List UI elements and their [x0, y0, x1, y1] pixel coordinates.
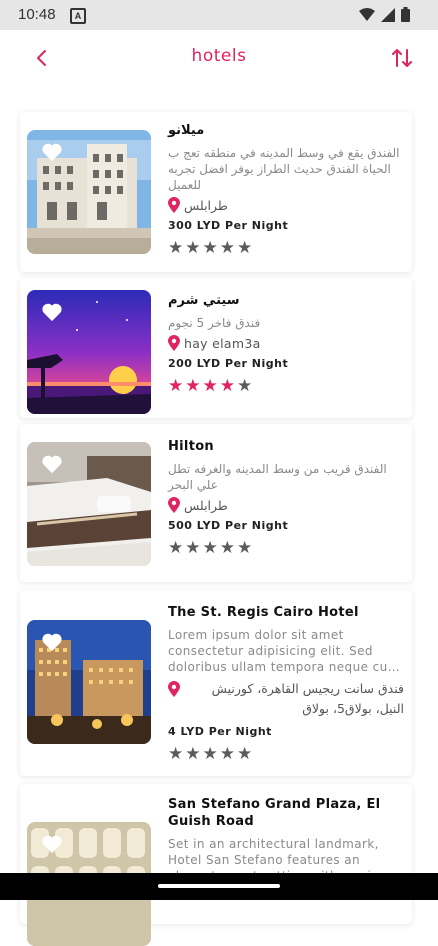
hotel-name: The St. Regis Cairo Hotel — [168, 605, 359, 620]
hotel-name: سيتي شرم — [168, 293, 240, 308]
star-icon: ★ — [237, 744, 255, 764]
star-icon: ★ — [219, 376, 237, 396]
hotel-location: طرابلس — [168, 197, 404, 213]
star-icon: ★ — [202, 538, 220, 558]
rating-stars: ★★★★★ — [168, 538, 404, 558]
rating-stars: ★★★★★ — [168, 238, 404, 258]
star-icon: ★ — [168, 538, 186, 558]
favorite-heart-icon[interactable] — [41, 632, 63, 652]
hotel-info: سيتي شرم فندق فاخر 5 نجوم hay elam3a 200… — [168, 292, 404, 396]
status-icons — [359, 7, 410, 22]
star-icon: ★ — [202, 744, 220, 764]
star-icon: ★ — [237, 238, 255, 258]
star-icon: ★ — [168, 744, 186, 764]
hotel-name: San Stefano Grand Plaza, El Guish Road — [168, 797, 381, 829]
hotel-location: طرابلس — [168, 497, 404, 513]
hotel-image — [27, 130, 151, 254]
hotel-image — [27, 290, 151, 414]
hotel-price: 500 LYD Per Night — [168, 519, 289, 532]
notification-icon: A — [70, 8, 86, 24]
status-time: 10:48 — [18, 6, 56, 23]
star-icon: ★ — [168, 238, 186, 258]
sort-icon[interactable] — [388, 44, 416, 72]
hotel-description: الفندق يقع في وسط المدينه في منطقه تعج ب… — [168, 146, 400, 192]
star-icon: ★ — [202, 238, 220, 258]
location-text: فندق سانت ريجيس القاهرة، كورنيش النيل، ب… — [211, 681, 404, 716]
location-pin-icon — [168, 681, 180, 697]
star-icon: ★ — [168, 376, 186, 396]
star-icon: ★ — [219, 744, 237, 764]
favorite-heart-icon[interactable] — [41, 302, 63, 322]
hotel-price: 4 LYD Per Night — [168, 725, 272, 738]
hotel-price: 300 LYD Per Night — [168, 219, 289, 232]
location-text: hay elam3a — [184, 335, 261, 351]
hotel-card[interactable]: Hilton الفندق قريب من وسط المدينه والغرف… — [20, 424, 412, 582]
favorite-heart-icon[interactable] — [41, 142, 63, 162]
hotel-location: فندق سانت ريجيس القاهرة، كورنيش النيل، ب… — [168, 679, 404, 719]
app-bar: hotels — [0, 30, 438, 88]
hotel-card[interactable]: San Stefano Grand Plaza, El Guish Road S… — [20, 784, 412, 946]
hotel-location: hay elam3a — [168, 335, 404, 351]
hotel-card[interactable]: The St. Regis Cairo Hotel Lorem ipsum do… — [20, 590, 412, 776]
favorite-heart-icon[interactable] — [41, 834, 63, 854]
star-icon: ★ — [185, 538, 203, 558]
star-icon: ★ — [185, 376, 203, 396]
star-icon: ★ — [237, 376, 255, 396]
signal-icon — [381, 7, 395, 22]
page-title: hotels — [191, 46, 247, 66]
hotel-name: ميلانو — [168, 123, 205, 138]
star-icon: ★ — [185, 238, 203, 258]
hotel-description: Lorem ipsum dolor sit amet consectetur a… — [168, 628, 400, 674]
hotel-card[interactable]: ميلانو الفندق يقع في وسط المدينه في منطق… — [20, 112, 412, 272]
hotel-name: Hilton — [168, 439, 214, 454]
location-text: طرابلس — [184, 497, 228, 513]
wifi-icon — [359, 7, 375, 21]
hotel-info: ميلانو الفندق يقع في وسط المدينه في منطق… — [168, 122, 404, 258]
star-icon: ★ — [219, 538, 237, 558]
hotel-info: The St. Regis Cairo Hotel Lorem ipsum do… — [168, 604, 404, 764]
hotel-price: 200 LYD Per Night — [168, 357, 289, 370]
rating-stars: ★★★★★ — [168, 744, 404, 764]
battery-icon — [401, 7, 410, 22]
status-bar: 10:48 A — [0, 0, 438, 30]
location-pin-icon — [168, 335, 180, 351]
rating-stars: ★★★★★ — [168, 376, 404, 396]
hotel-info: Hilton الفندق قريب من وسط المدينه والغرف… — [168, 438, 404, 558]
location-text: طرابلس — [184, 197, 228, 213]
favorite-heart-icon[interactable] — [41, 454, 63, 474]
hotel-image — [27, 442, 151, 566]
hotel-description: الفندق قريب من وسط المدينه والغرفه تطل ع… — [168, 462, 387, 492]
hotel-description: فندق فاخر 5 نجوم — [168, 316, 261, 330]
hotel-image — [27, 620, 151, 744]
system-nav-bar — [0, 873, 438, 900]
star-icon: ★ — [202, 376, 220, 396]
hotel-card[interactable]: سيتي شرم فندق فاخر 5 نجوم hay elam3a 200… — [20, 278, 412, 418]
star-icon: ★ — [237, 538, 255, 558]
star-icon: ★ — [219, 238, 237, 258]
home-gesture-handle[interactable] — [158, 884, 280, 888]
location-pin-icon — [168, 197, 180, 213]
star-icon: ★ — [185, 744, 203, 764]
hotel-info: San Stefano Grand Plaza, El Guish Road S… — [168, 796, 404, 884]
location-pin-icon — [168, 497, 180, 513]
